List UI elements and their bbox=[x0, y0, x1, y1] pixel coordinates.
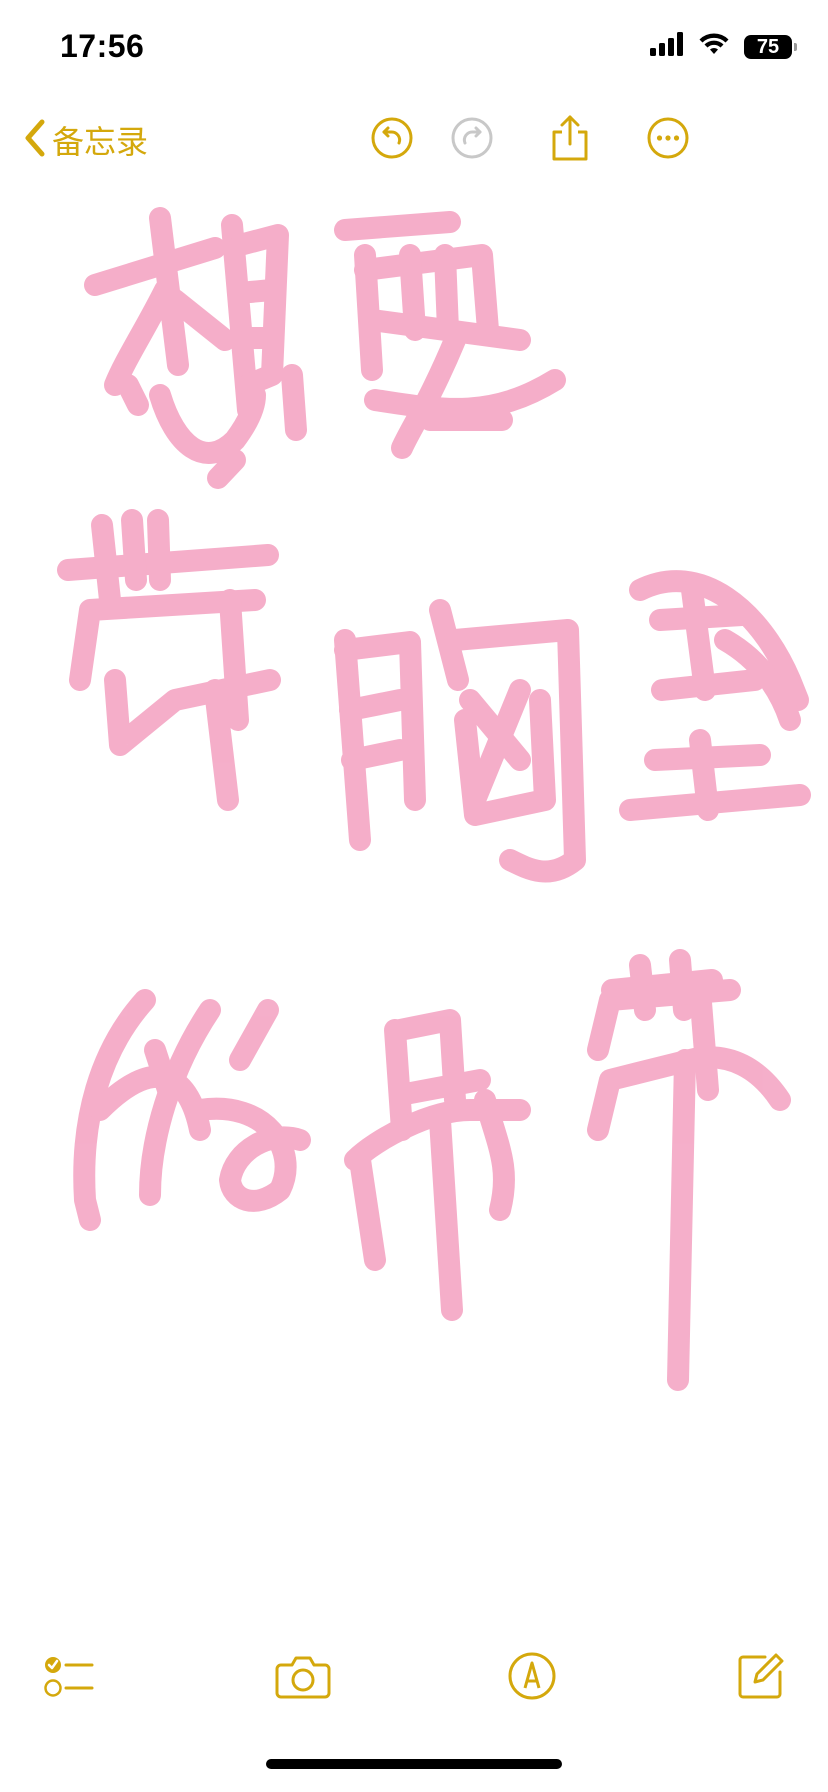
undo-icon bbox=[370, 116, 414, 165]
compose-button[interactable] bbox=[732, 1650, 788, 1706]
home-indicator[interactable] bbox=[266, 1759, 562, 1769]
camera-button[interactable] bbox=[275, 1650, 331, 1706]
wifi-icon bbox=[698, 32, 730, 61]
share-icon bbox=[548, 114, 592, 167]
battery-icon: 75 bbox=[744, 34, 797, 59]
chevron-left-icon bbox=[24, 119, 46, 162]
checklist-button[interactable] bbox=[40, 1650, 96, 1706]
redo-button[interactable] bbox=[448, 116, 496, 164]
back-button[interactable]: 备忘录 bbox=[24, 116, 148, 164]
more-button[interactable] bbox=[644, 116, 692, 164]
status-bar: 17:56 75 bbox=[0, 0, 828, 100]
redo-icon bbox=[450, 116, 494, 165]
more-icon bbox=[646, 116, 690, 165]
undo-button[interactable] bbox=[368, 116, 416, 164]
markup-button[interactable] bbox=[504, 1650, 560, 1706]
bottom-toolbar bbox=[0, 1640, 828, 1710]
status-time: 17:56 bbox=[60, 28, 145, 64]
status-icons: 75 bbox=[650, 32, 797, 61]
nav-bar: 备忘录 bbox=[0, 100, 828, 180]
battery-level: 75 bbox=[756, 35, 780, 58]
markup-pen-icon bbox=[507, 1651, 557, 1706]
camera-icon bbox=[275, 1653, 331, 1704]
handwriting-drawing bbox=[57, 207, 811, 1391]
compose-icon bbox=[735, 1651, 785, 1706]
back-label: 备忘录 bbox=[52, 124, 149, 160]
checklist-icon bbox=[42, 1652, 94, 1705]
share-button[interactable] bbox=[546, 114, 594, 167]
signal-icon bbox=[650, 32, 684, 61]
drawing-canvas[interactable] bbox=[0, 190, 828, 1610]
